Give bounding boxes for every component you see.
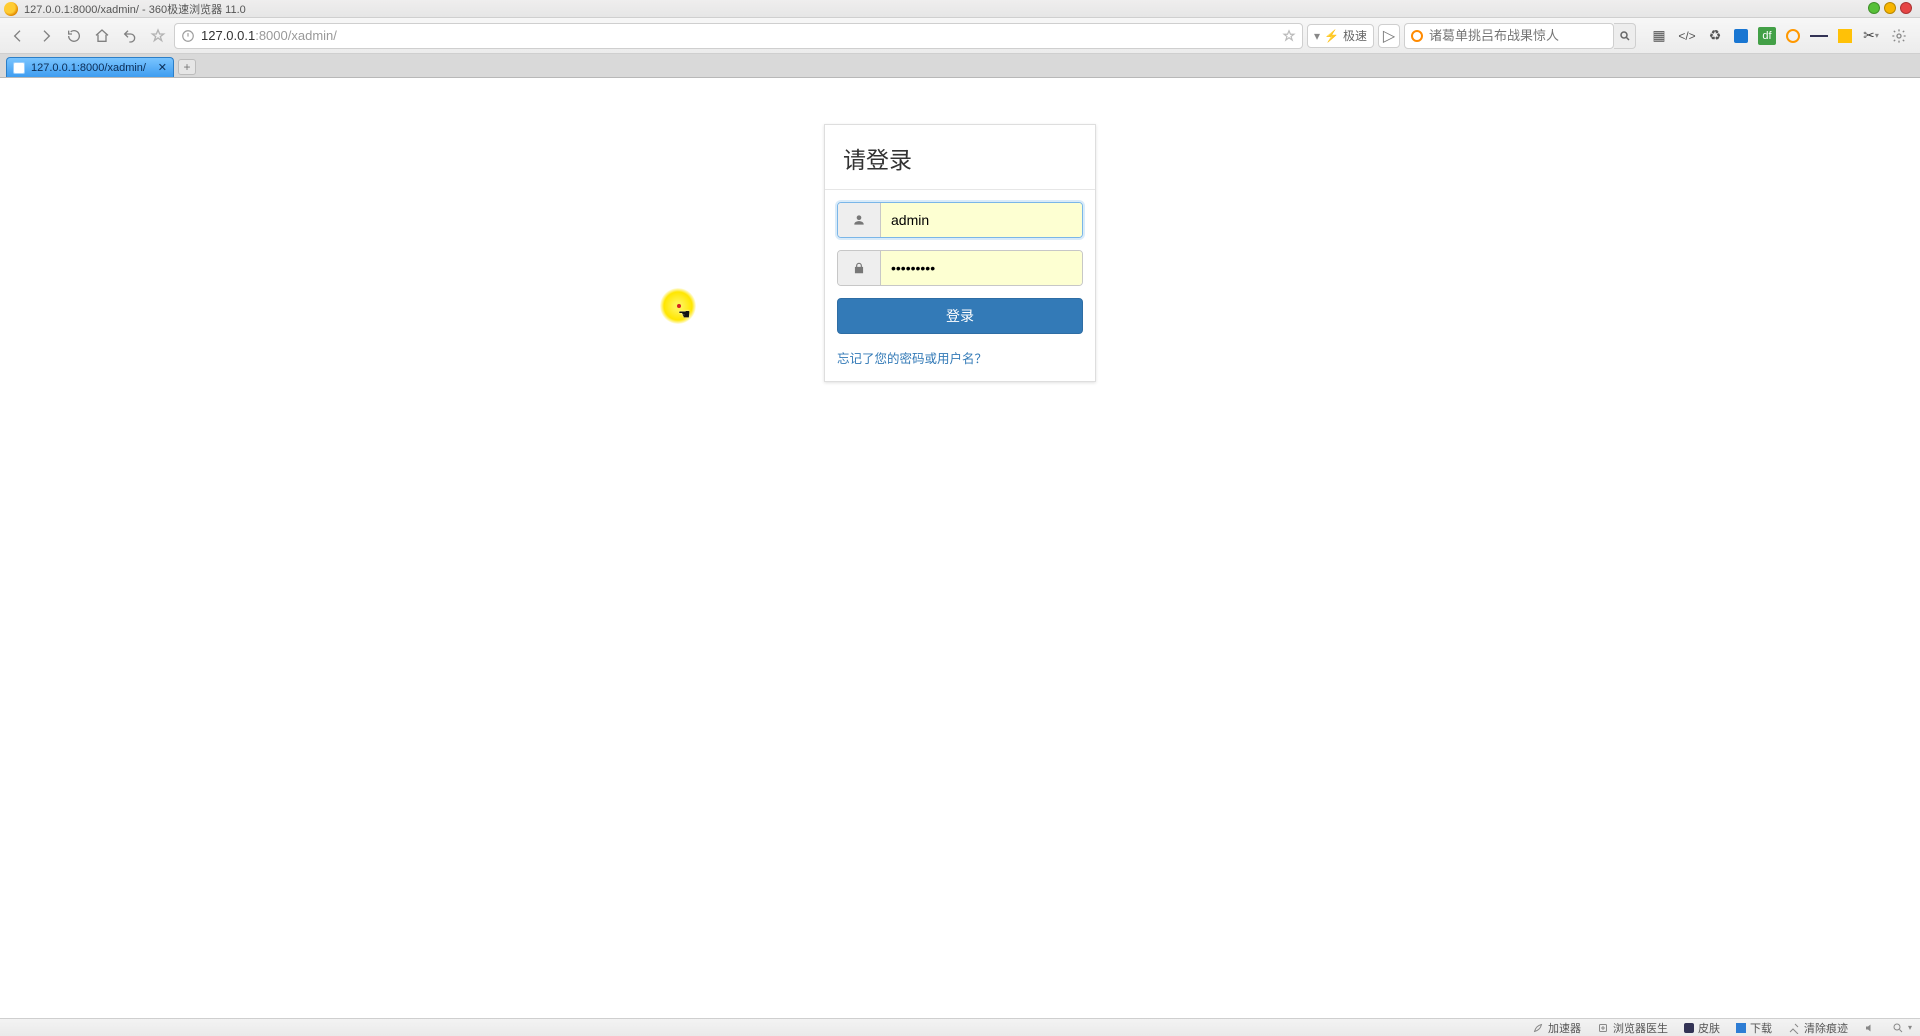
- tab-active[interactable]: 127.0.0.1:8000/xadmin/ ✕: [6, 57, 174, 77]
- page-icon: [13, 62, 25, 74]
- address-bar[interactable]: 127.0.0.1:8000/xadmin/: [174, 23, 1303, 49]
- render-mode-label: 极速: [1343, 27, 1367, 44]
- apps-icon[interactable]: ▦: [1650, 27, 1668, 45]
- pointer-cursor-icon: ☚: [678, 306, 691, 323]
- reload-button[interactable]: [62, 24, 86, 48]
- ext4-icon[interactable]: [1810, 27, 1828, 45]
- login-panel: 请登录 登录 忘记了您的密码或用户名？: [824, 124, 1096, 382]
- ext3-icon[interactable]: [1786, 29, 1800, 43]
- forgot-link[interactable]: 忘记了您的密码或用户名？: [837, 348, 1083, 367]
- status-accelerator[interactable]: 加速器: [1532, 1020, 1581, 1036]
- address-path: :8000/xadmin/: [255, 28, 337, 43]
- status-doctor[interactable]: 浏览器医生: [1597, 1020, 1668, 1036]
- ext5-icon[interactable]: [1838, 29, 1852, 43]
- tab-strip: 127.0.0.1:8000/xadmin/ ✕ +: [0, 54, 1920, 78]
- search-input[interactable]: [1429, 28, 1607, 43]
- address-host: 127.0.0.1: [201, 28, 255, 43]
- status-skin[interactable]: 皮肤: [1684, 1020, 1720, 1036]
- forward-button[interactable]: [34, 24, 58, 48]
- user-icon: [838, 203, 881, 237]
- new-tab-button[interactable]: +: [178, 59, 196, 75]
- status-volume-icon[interactable]: [1864, 1022, 1876, 1034]
- home-button[interactable]: [90, 24, 114, 48]
- cursor-highlight: ☚: [660, 288, 696, 324]
- search-button[interactable]: [1614, 23, 1636, 49]
- username-group: [837, 202, 1083, 238]
- back-button[interactable]: [6, 24, 30, 48]
- tab-close-button[interactable]: ✕: [158, 61, 167, 74]
- favorite-button[interactable]: [146, 24, 170, 48]
- devtools-icon[interactable]: </>: [1678, 27, 1696, 45]
- window-controls: [1868, 2, 1912, 14]
- app-logo-icon: [4, 2, 18, 16]
- close-window-button[interactable]: [1900, 2, 1912, 14]
- window-title: 127.0.0.1:8000/xadmin/ - 360极速浏览器 11.0: [24, 1, 246, 17]
- undo-button[interactable]: [118, 24, 142, 48]
- password-group: [837, 250, 1083, 286]
- login-button[interactable]: 登录: [837, 298, 1083, 334]
- password-input[interactable]: [881, 251, 1082, 285]
- scissors-icon[interactable]: ✂▾: [1862, 27, 1880, 45]
- recycle-icon[interactable]: ♻: [1706, 27, 1724, 45]
- bookmark-star-icon[interactable]: [1282, 29, 1296, 43]
- maximize-button[interactable]: [1884, 2, 1896, 14]
- login-title: 请登录: [825, 125, 1095, 190]
- render-mode-selector[interactable]: ▾ ⚡ 极速: [1307, 24, 1374, 48]
- search-engine-icon: [1411, 30, 1423, 42]
- bolt-icon: ⚡: [1324, 29, 1339, 43]
- browser-toolbar: 127.0.0.1:8000/xadmin/ ▾ ⚡ 极速 ▷ ▦ </> ♻ …: [0, 18, 1920, 54]
- search-box[interactable]: [1404, 23, 1614, 49]
- go-button[interactable]: ▷: [1378, 24, 1400, 48]
- extension-icons: ▦ </> ♻ df ✂▾: [1650, 27, 1908, 45]
- minimize-button[interactable]: [1868, 2, 1880, 14]
- lock-icon: [838, 251, 881, 285]
- status-download[interactable]: 下载: [1736, 1020, 1772, 1036]
- ext2-icon[interactable]: df: [1758, 27, 1776, 45]
- site-info-icon: [181, 29, 195, 43]
- tab-label: 127.0.0.1:8000/xadmin/: [31, 62, 146, 74]
- status-bar: 加速器 浏览器医生 皮肤 下载 清除痕迹 ▾: [0, 1018, 1920, 1036]
- settings-icon[interactable]: [1890, 27, 1908, 45]
- username-input[interactable]: [881, 203, 1082, 237]
- status-zoom-icon[interactable]: ▾: [1892, 1022, 1912, 1034]
- status-clear[interactable]: 清除痕迹: [1788, 1020, 1848, 1036]
- window-titlebar: 127.0.0.1:8000/xadmin/ - 360极速浏览器 11.0: [0, 0, 1920, 18]
- ext1-icon[interactable]: [1734, 29, 1748, 43]
- page-viewport: 请登录 登录 忘记了您的密码或用户名？ ☚: [0, 78, 1920, 1018]
